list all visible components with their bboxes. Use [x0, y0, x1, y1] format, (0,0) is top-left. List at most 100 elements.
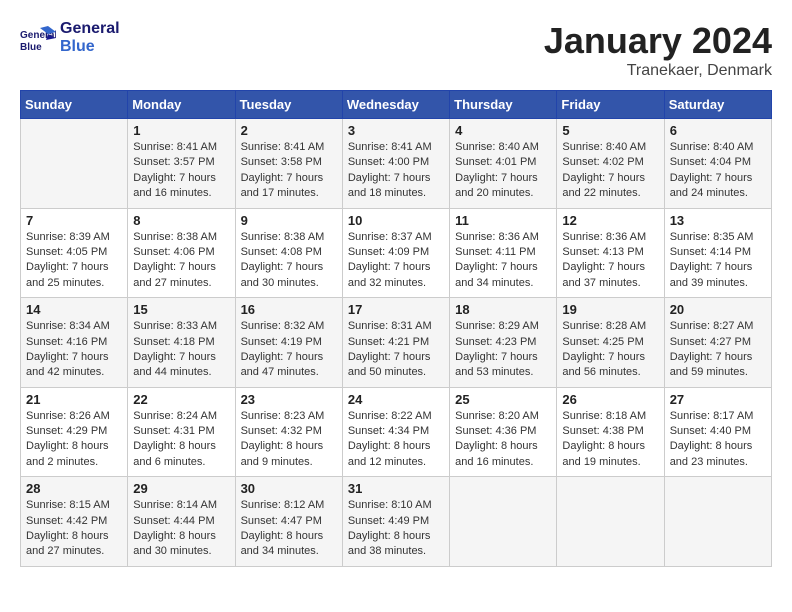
calendar-cell: 17 Sunrise: 8:31 AM Sunset: 4:21 PM Dayli… — [342, 298, 449, 388]
day-number: 15 — [133, 302, 229, 317]
logo-text: GeneralBlue — [60, 20, 120, 56]
day-number: 18 — [455, 302, 551, 317]
cell-content: Sunrise: 8:14 AM Sunset: 4:44 PM Dayligh… — [133, 498, 229, 560]
calendar-cell — [21, 119, 128, 209]
day-number: 5 — [562, 123, 658, 138]
calendar-cell: 30 Sunrise: 8:12 AM Sunset: 4:47 PM Dayli… — [235, 477, 342, 567]
day-number: 17 — [348, 302, 444, 317]
calendar-week-2: 7 Sunrise: 8:39 AM Sunset: 4:05 PM Daylig… — [21, 208, 772, 298]
cell-content: Sunrise: 8:41 AM Sunset: 3:57 PM Dayligh… — [133, 140, 229, 202]
day-number: 23 — [241, 392, 337, 407]
logo: General Blue GeneralBlue — [20, 20, 120, 56]
month-title: January 2024 — [544, 20, 772, 62]
day-number: 11 — [455, 213, 551, 228]
cell-content: Sunrise: 8:31 AM Sunset: 4:21 PM Dayligh… — [348, 319, 444, 381]
day-header-thursday: Thursday — [450, 91, 557, 119]
cell-content: Sunrise: 8:29 AM Sunset: 4:23 PM Dayligh… — [455, 319, 551, 381]
calendar-cell: 29 Sunrise: 8:14 AM Sunset: 4:44 PM Dayli… — [128, 477, 235, 567]
logo-icon: General Blue — [20, 24, 56, 52]
day-number: 12 — [562, 213, 658, 228]
day-number: 4 — [455, 123, 551, 138]
cell-content: Sunrise: 8:15 AM Sunset: 4:42 PM Dayligh… — [26, 498, 122, 560]
cell-content: Sunrise: 8:17 AM Sunset: 4:40 PM Dayligh… — [670, 409, 766, 471]
calendar-cell: 23Sunrise: 8:23 AM Sunset: 4:32 PM Dayli… — [235, 387, 342, 477]
calendar-cell: 31Sunrise: 8:10 AM Sunset: 4:49 PM Dayli… — [342, 477, 449, 567]
cell-content: Sunrise: 8:20 AM Sunset: 4:36 PM Dayligh… — [455, 409, 551, 471]
calendar-cell: 16Sunrise: 8:32 AM Sunset: 4:19 PM Dayli… — [235, 298, 342, 388]
day-number: 7 — [26, 213, 122, 228]
cell-content: Sunrise: 8:41 AM Sunset: 3:58 PM Dayligh… — [241, 140, 337, 202]
calendar-cell: 4 Sunrise: 8:40 AM Sunset: 4:01 PM Daylig… — [450, 119, 557, 209]
calendar-cell: 10Sunrise: 8:37 AM Sunset: 4:09 PM Dayli… — [342, 208, 449, 298]
calendar-cell: 15 Sunrise: 8:33 AM Sunset: 4:18 PM Dayli… — [128, 298, 235, 388]
day-header-wednesday: Wednesday — [342, 91, 449, 119]
cell-content: Sunrise: 8:39 AM Sunset: 4:05 PM Dayligh… — [26, 230, 122, 292]
day-number: 26 — [562, 392, 658, 407]
calendar-table: SundayMondayTuesdayWednesdayThursdayFrid… — [20, 90, 772, 567]
cell-content: Sunrise: 8:40 AM Sunset: 4:04 PM Dayligh… — [670, 140, 766, 202]
cell-content: Sunrise: 8:36 AM Sunset: 4:13 PM Dayligh… — [562, 230, 658, 292]
calendar-cell: 14 Sunrise: 8:34 AM Sunset: 4:16 PM Dayli… — [21, 298, 128, 388]
calendar-week-5: 28Sunrise: 8:15 AM Sunset: 4:42 PM Dayli… — [21, 477, 772, 567]
calendar-cell: 13Sunrise: 8:35 AM Sunset: 4:14 PM Dayli… — [664, 208, 771, 298]
calendar-header-row: SundayMondayTuesdayWednesdayThursdayFrid… — [21, 91, 772, 119]
cell-content: Sunrise: 8:38 AM Sunset: 4:06 PM Dayligh… — [133, 230, 229, 292]
calendar-cell: 18 Sunrise: 8:29 AM Sunset: 4:23 PM Dayli… — [450, 298, 557, 388]
calendar-cell: 25 Sunrise: 8:20 AM Sunset: 4:36 PM Dayli… — [450, 387, 557, 477]
cell-content: Sunrise: 8:33 AM Sunset: 4:18 PM Dayligh… — [133, 319, 229, 381]
calendar-week-1: 1 Sunrise: 8:41 AM Sunset: 3:57 PM Daylig… — [21, 119, 772, 209]
cell-content: Sunrise: 8:34 AM Sunset: 4:16 PM Dayligh… — [26, 319, 122, 381]
day-number: 31 — [348, 481, 444, 496]
calendar-cell: 6 Sunrise: 8:40 AM Sunset: 4:04 PM Daylig… — [664, 119, 771, 209]
day-number: 30 — [241, 481, 337, 496]
calendar-cell — [557, 477, 664, 567]
calendar-cell: 12 Sunrise: 8:36 AM Sunset: 4:13 PM Dayli… — [557, 208, 664, 298]
day-header-monday: Monday — [128, 91, 235, 119]
calendar-cell: 2Sunrise: 8:41 AM Sunset: 3:58 PM Daylig… — [235, 119, 342, 209]
calendar-cell — [664, 477, 771, 567]
svg-text:Blue: Blue — [20, 42, 42, 52]
day-header-friday: Friday — [557, 91, 664, 119]
page-header: General Blue GeneralBlue January 2024 Tr… — [20, 20, 772, 80]
cell-content: Sunrise: 8:37 AM Sunset: 4:09 PM Dayligh… — [348, 230, 444, 292]
calendar-cell: 5 Sunrise: 8:40 AM Sunset: 4:02 PM Daylig… — [557, 119, 664, 209]
cell-content: Sunrise: 8:38 AM Sunset: 4:08 PM Dayligh… — [241, 230, 337, 292]
calendar-cell: 8 Sunrise: 8:38 AM Sunset: 4:06 PM Daylig… — [128, 208, 235, 298]
cell-content: Sunrise: 8:12 AM Sunset: 4:47 PM Dayligh… — [241, 498, 337, 560]
day-number: 1 — [133, 123, 229, 138]
day-number: 21 — [26, 392, 122, 407]
day-number: 24 — [348, 392, 444, 407]
day-number: 9 — [241, 213, 337, 228]
day-number: 14 — [26, 302, 122, 317]
calendar-week-4: 21 Sunrise: 8:26 AM Sunset: 4:29 PM Dayli… — [21, 387, 772, 477]
cell-content: Sunrise: 8:28 AM Sunset: 4:25 PM Dayligh… — [562, 319, 658, 381]
day-number: 19 — [562, 302, 658, 317]
cell-content: Sunrise: 8:18 AM Sunset: 4:38 PM Dayligh… — [562, 409, 658, 471]
calendar-week-3: 14 Sunrise: 8:34 AM Sunset: 4:16 PM Dayli… — [21, 298, 772, 388]
calendar-cell: 19 Sunrise: 8:28 AM Sunset: 4:25 PM Dayli… — [557, 298, 664, 388]
calendar-cell: 27 Sunrise: 8:17 AM Sunset: 4:40 PM Dayli… — [664, 387, 771, 477]
cell-content: Sunrise: 8:22 AM Sunset: 4:34 PM Dayligh… — [348, 409, 444, 471]
cell-content: Sunrise: 8:40 AM Sunset: 4:02 PM Dayligh… — [562, 140, 658, 202]
day-header-saturday: Saturday — [664, 91, 771, 119]
calendar-cell: 21 Sunrise: 8:26 AM Sunset: 4:29 PM Dayli… — [21, 387, 128, 477]
day-number: 13 — [670, 213, 766, 228]
cell-content: Sunrise: 8:26 AM Sunset: 4:29 PM Dayligh… — [26, 409, 122, 471]
calendar-cell: 26 Sunrise: 8:18 AM Sunset: 4:38 PM Dayli… — [557, 387, 664, 477]
calendar-cell: 11 Sunrise: 8:36 AM Sunset: 4:11 PM Dayli… — [450, 208, 557, 298]
calendar-cell: 9 Sunrise: 8:38 AM Sunset: 4:08 PM Daylig… — [235, 208, 342, 298]
day-number: 20 — [670, 302, 766, 317]
calendar-cell: 24 Sunrise: 8:22 AM Sunset: 4:34 PM Dayli… — [342, 387, 449, 477]
cell-content: Sunrise: 8:36 AM Sunset: 4:11 PM Dayligh… — [455, 230, 551, 292]
day-number: 8 — [133, 213, 229, 228]
day-number: 29 — [133, 481, 229, 496]
title-block: January 2024 Tranekaer, Denmark — [544, 20, 772, 80]
calendar-cell: 7 Sunrise: 8:39 AM Sunset: 4:05 PM Daylig… — [21, 208, 128, 298]
cell-content: Sunrise: 8:32 AM Sunset: 4:19 PM Dayligh… — [241, 319, 337, 381]
cell-content: Sunrise: 8:40 AM Sunset: 4:01 PM Dayligh… — [455, 140, 551, 202]
calendar-cell — [450, 477, 557, 567]
day-number: 25 — [455, 392, 551, 407]
day-number: 6 — [670, 123, 766, 138]
day-number: 27 — [670, 392, 766, 407]
cell-content: Sunrise: 8:41 AM Sunset: 4:00 PM Dayligh… — [348, 140, 444, 202]
